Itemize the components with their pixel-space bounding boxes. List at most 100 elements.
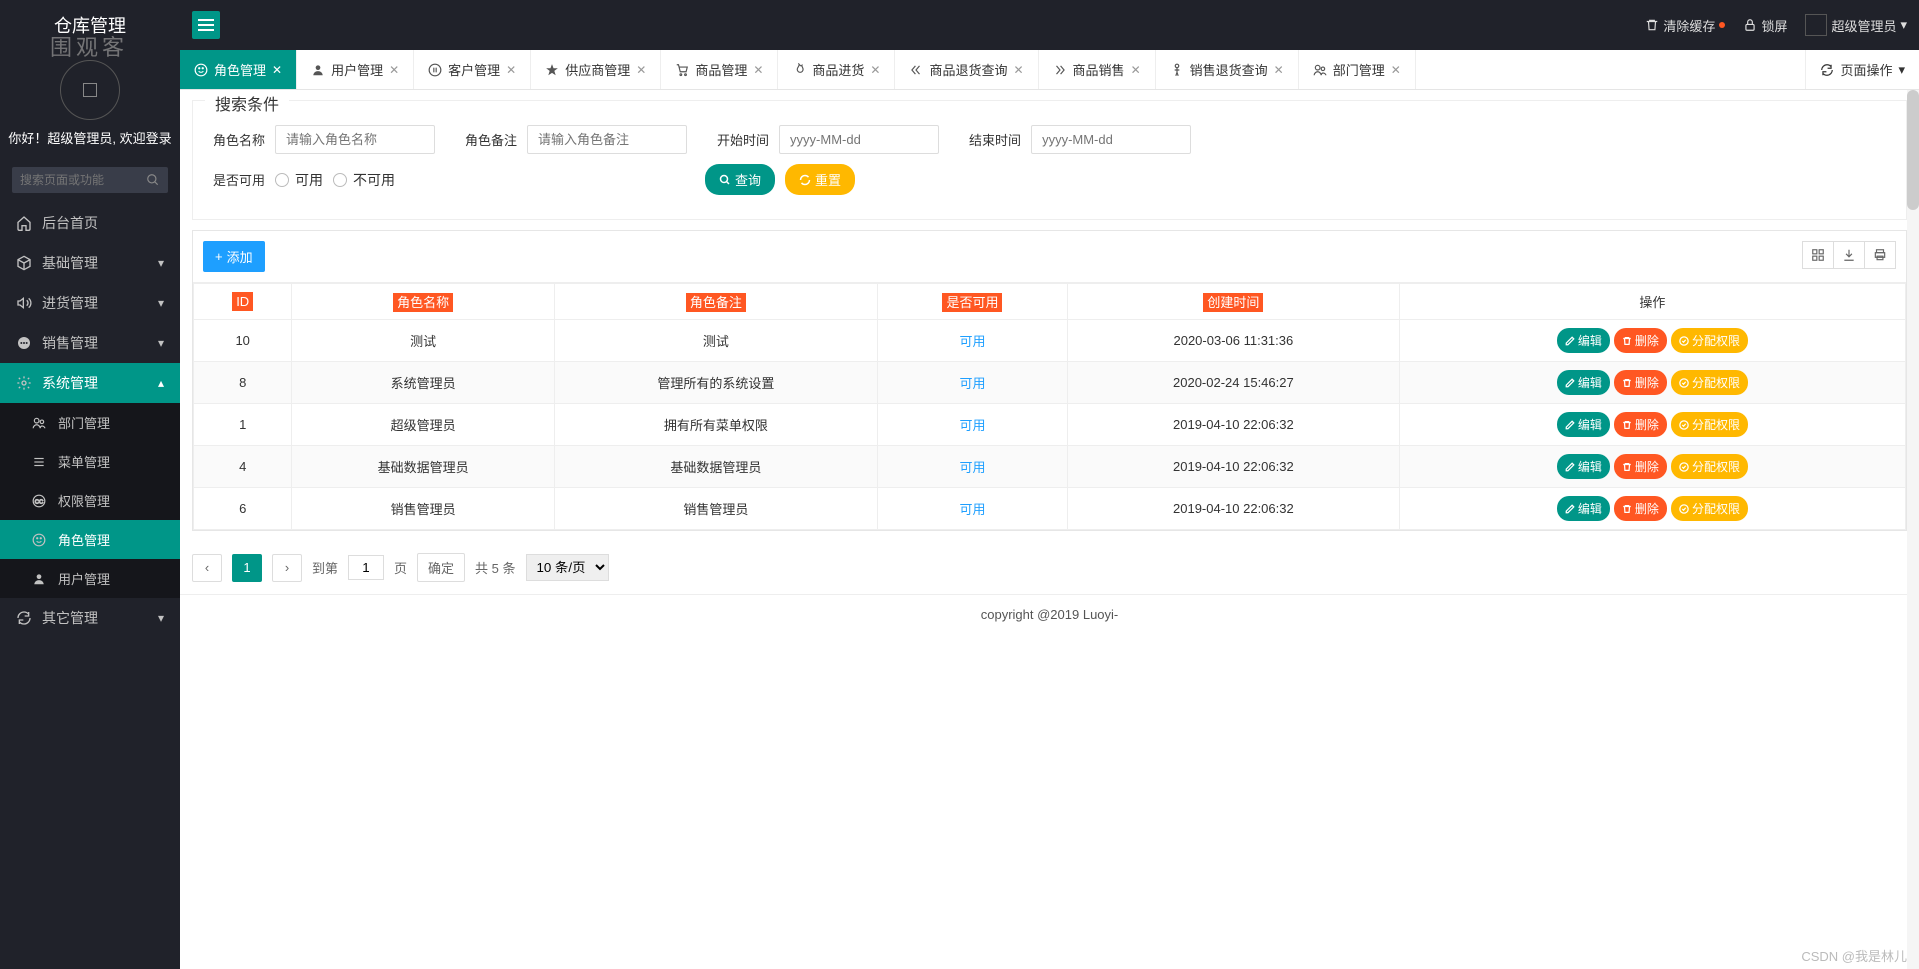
assign-button[interactable]: 分配权限 [1671,328,1748,353]
radio-unavailable[interactable]: 不可用 [333,170,395,190]
cell-actions: 编辑删除分配权限 [1399,446,1905,488]
tab-7[interactable]: 商品销售✕ [1039,50,1156,89]
tab-0[interactable]: 角色管理✕ [180,50,297,89]
tab-label: 商品管理 [695,60,747,79]
sidebar-sub-label: 菜单管理 [58,452,110,471]
tab-8[interactable]: 销售退货查询 ✕ [1156,50,1299,89]
sidebar-sub-item-2[interactable]: CC权限管理 [0,481,180,520]
total-label: 共 5 条 [475,558,515,577]
notification-dot [1719,22,1725,28]
assign-button[interactable]: 分配权限 [1671,412,1748,437]
sidebar-item-1[interactable]: 基础管理▾ [0,243,180,283]
sidebar-search[interactable] [12,167,168,193]
edit-button[interactable]: 编辑 [1557,370,1610,395]
table-header-2: 角色备注 [554,284,877,320]
sidebar-item-5[interactable]: 其它管理▾ [0,598,180,638]
tab-3[interactable]: 供应商管理✕ [531,50,661,89]
reset-button[interactable]: 重置 [785,164,855,195]
sidebar-item-label: 基础管理 [42,253,98,273]
edit-button[interactable]: 编辑 [1557,454,1610,479]
table-row: 8系统管理员管理所有的系统设置可用2020-02-24 15:46:27编辑删除… [194,362,1906,404]
export-button[interactable] [1833,241,1865,269]
refresh-icon [1820,63,1834,77]
scroll-thumb[interactable] [1907,90,1919,210]
dchev-icon [909,63,923,77]
assign-button[interactable]: 分配权限 [1671,370,1748,395]
tab-label: 用户管理 [331,60,383,79]
search-icon[interactable] [146,173,160,187]
filter-columns-button[interactable] [1802,241,1834,269]
scrollbar[interactable] [1907,90,1919,969]
per-page-select[interactable]: 10 条/页 [526,554,609,581]
watermark-br: CSDN @我是林儿 [1801,946,1907,965]
close-icon[interactable]: ✕ [506,63,516,77]
sidebar-item-3[interactable]: 销售管理▾ [0,323,180,363]
delete-button[interactable]: 删除 [1614,412,1667,437]
role-name-input[interactable] [275,125,435,154]
chevron-down-icon: ▾ [1900,17,1907,33]
close-icon[interactable]: ✕ [1391,63,1401,77]
refresh-icon [16,610,34,626]
sidebar-item-4[interactable]: 系统管理▴ [0,363,180,403]
radio-available[interactable]: 可用 [275,170,323,190]
tab-4[interactable]: 商品管理 ✕ [661,50,778,89]
delete-button[interactable]: 删除 [1614,328,1667,353]
close-icon[interactable]: ✕ [1274,63,1284,77]
sidebar-sub-label: 部门管理 [58,413,110,432]
role-remark-label: 角色备注 [465,130,517,149]
sidebar-sub-item-3[interactable]: 角色管理 [0,520,180,559]
tab-2[interactable]: 客户管理✕ [414,50,531,89]
start-time-input[interactable] [779,125,939,154]
tab-6[interactable]: 商品退货查询✕ [895,50,1038,89]
sidebar-sub-item-4[interactable]: 用户管理 [0,559,180,598]
chevron-icon: ▾ [158,296,164,310]
assign-button[interactable]: 分配权限 [1671,496,1748,521]
sidebar-search-input[interactable] [12,167,168,193]
cell-name: 超级管理员 [292,404,554,446]
close-icon[interactable]: ✕ [389,63,399,77]
user-menu[interactable]: 超级管理员 ▾ [1805,14,1907,36]
prev-page-button[interactable]: ‹ [192,554,222,582]
edit-button[interactable]: 编辑 [1557,328,1610,353]
delete-button[interactable]: 删除 [1614,454,1667,479]
tab-9[interactable]: 部门管理✕ [1299,50,1416,89]
query-button[interactable]: 查询 [705,164,775,195]
lock-screen-button[interactable]: 锁屏 [1743,16,1787,35]
role-remark-input[interactable] [527,125,687,154]
sidebar-item-2[interactable]: 进货管理▾ [0,283,180,323]
close-icon[interactable]: ✕ [753,63,763,77]
search-legend: 搜索条件 [205,91,289,115]
delete-button[interactable]: 删除 [1614,496,1667,521]
table-header-1: 角色名称 [292,284,554,320]
page-input[interactable] [348,555,384,580]
edit-button[interactable]: 编辑 [1557,412,1610,437]
delete-button[interactable]: 删除 [1614,370,1667,395]
page-1-button[interactable]: 1 [232,554,262,582]
print-button[interactable] [1864,241,1896,269]
assign-button[interactable]: 分配权限 [1671,454,1748,479]
cell-name: 系统管理员 [292,362,554,404]
sidebar-sub-item-1[interactable]: 菜单管理 [0,442,180,481]
end-time-input[interactable] [1031,125,1191,154]
sidebar-sub-item-0[interactable]: 部门管理 [0,403,180,442]
clear-cache-button[interactable]: 清除缓存 [1645,16,1725,35]
add-button[interactable]: + 添加 [203,241,265,272]
close-icon[interactable]: ✕ [1131,63,1141,77]
tab-label: 销售退货查询 [1190,60,1268,79]
next-page-button[interactable]: › [272,554,302,582]
content: 搜索条件 角色名称 角色备注 开始时间 [180,90,1919,969]
tab-1[interactable]: 用户管理 ✕ [297,50,414,89]
close-icon[interactable]: ✕ [636,63,646,77]
tab-5[interactable]: 商品进货✕ [778,50,895,89]
goto-confirm-button[interactable]: 确定 [417,553,465,582]
page-actions-menu[interactable]: 页面操作 ▾ [1805,50,1919,89]
close-icon[interactable]: ✕ [870,63,880,77]
cell-remark: 销售管理员 [554,488,877,530]
edit-button[interactable]: 编辑 [1557,496,1610,521]
pagination: ‹ 1 › 到第 页 确定 共 5 条 10 条/页 [180,541,1919,594]
search-panel: 搜索条件 角色名称 角色备注 开始时间 [192,100,1907,220]
close-icon[interactable]: ✕ [272,63,282,77]
sidebar-item-0[interactable]: 后台首页 [0,203,180,243]
close-icon[interactable]: ✕ [1013,63,1023,77]
hamburger-button[interactable] [192,11,220,39]
